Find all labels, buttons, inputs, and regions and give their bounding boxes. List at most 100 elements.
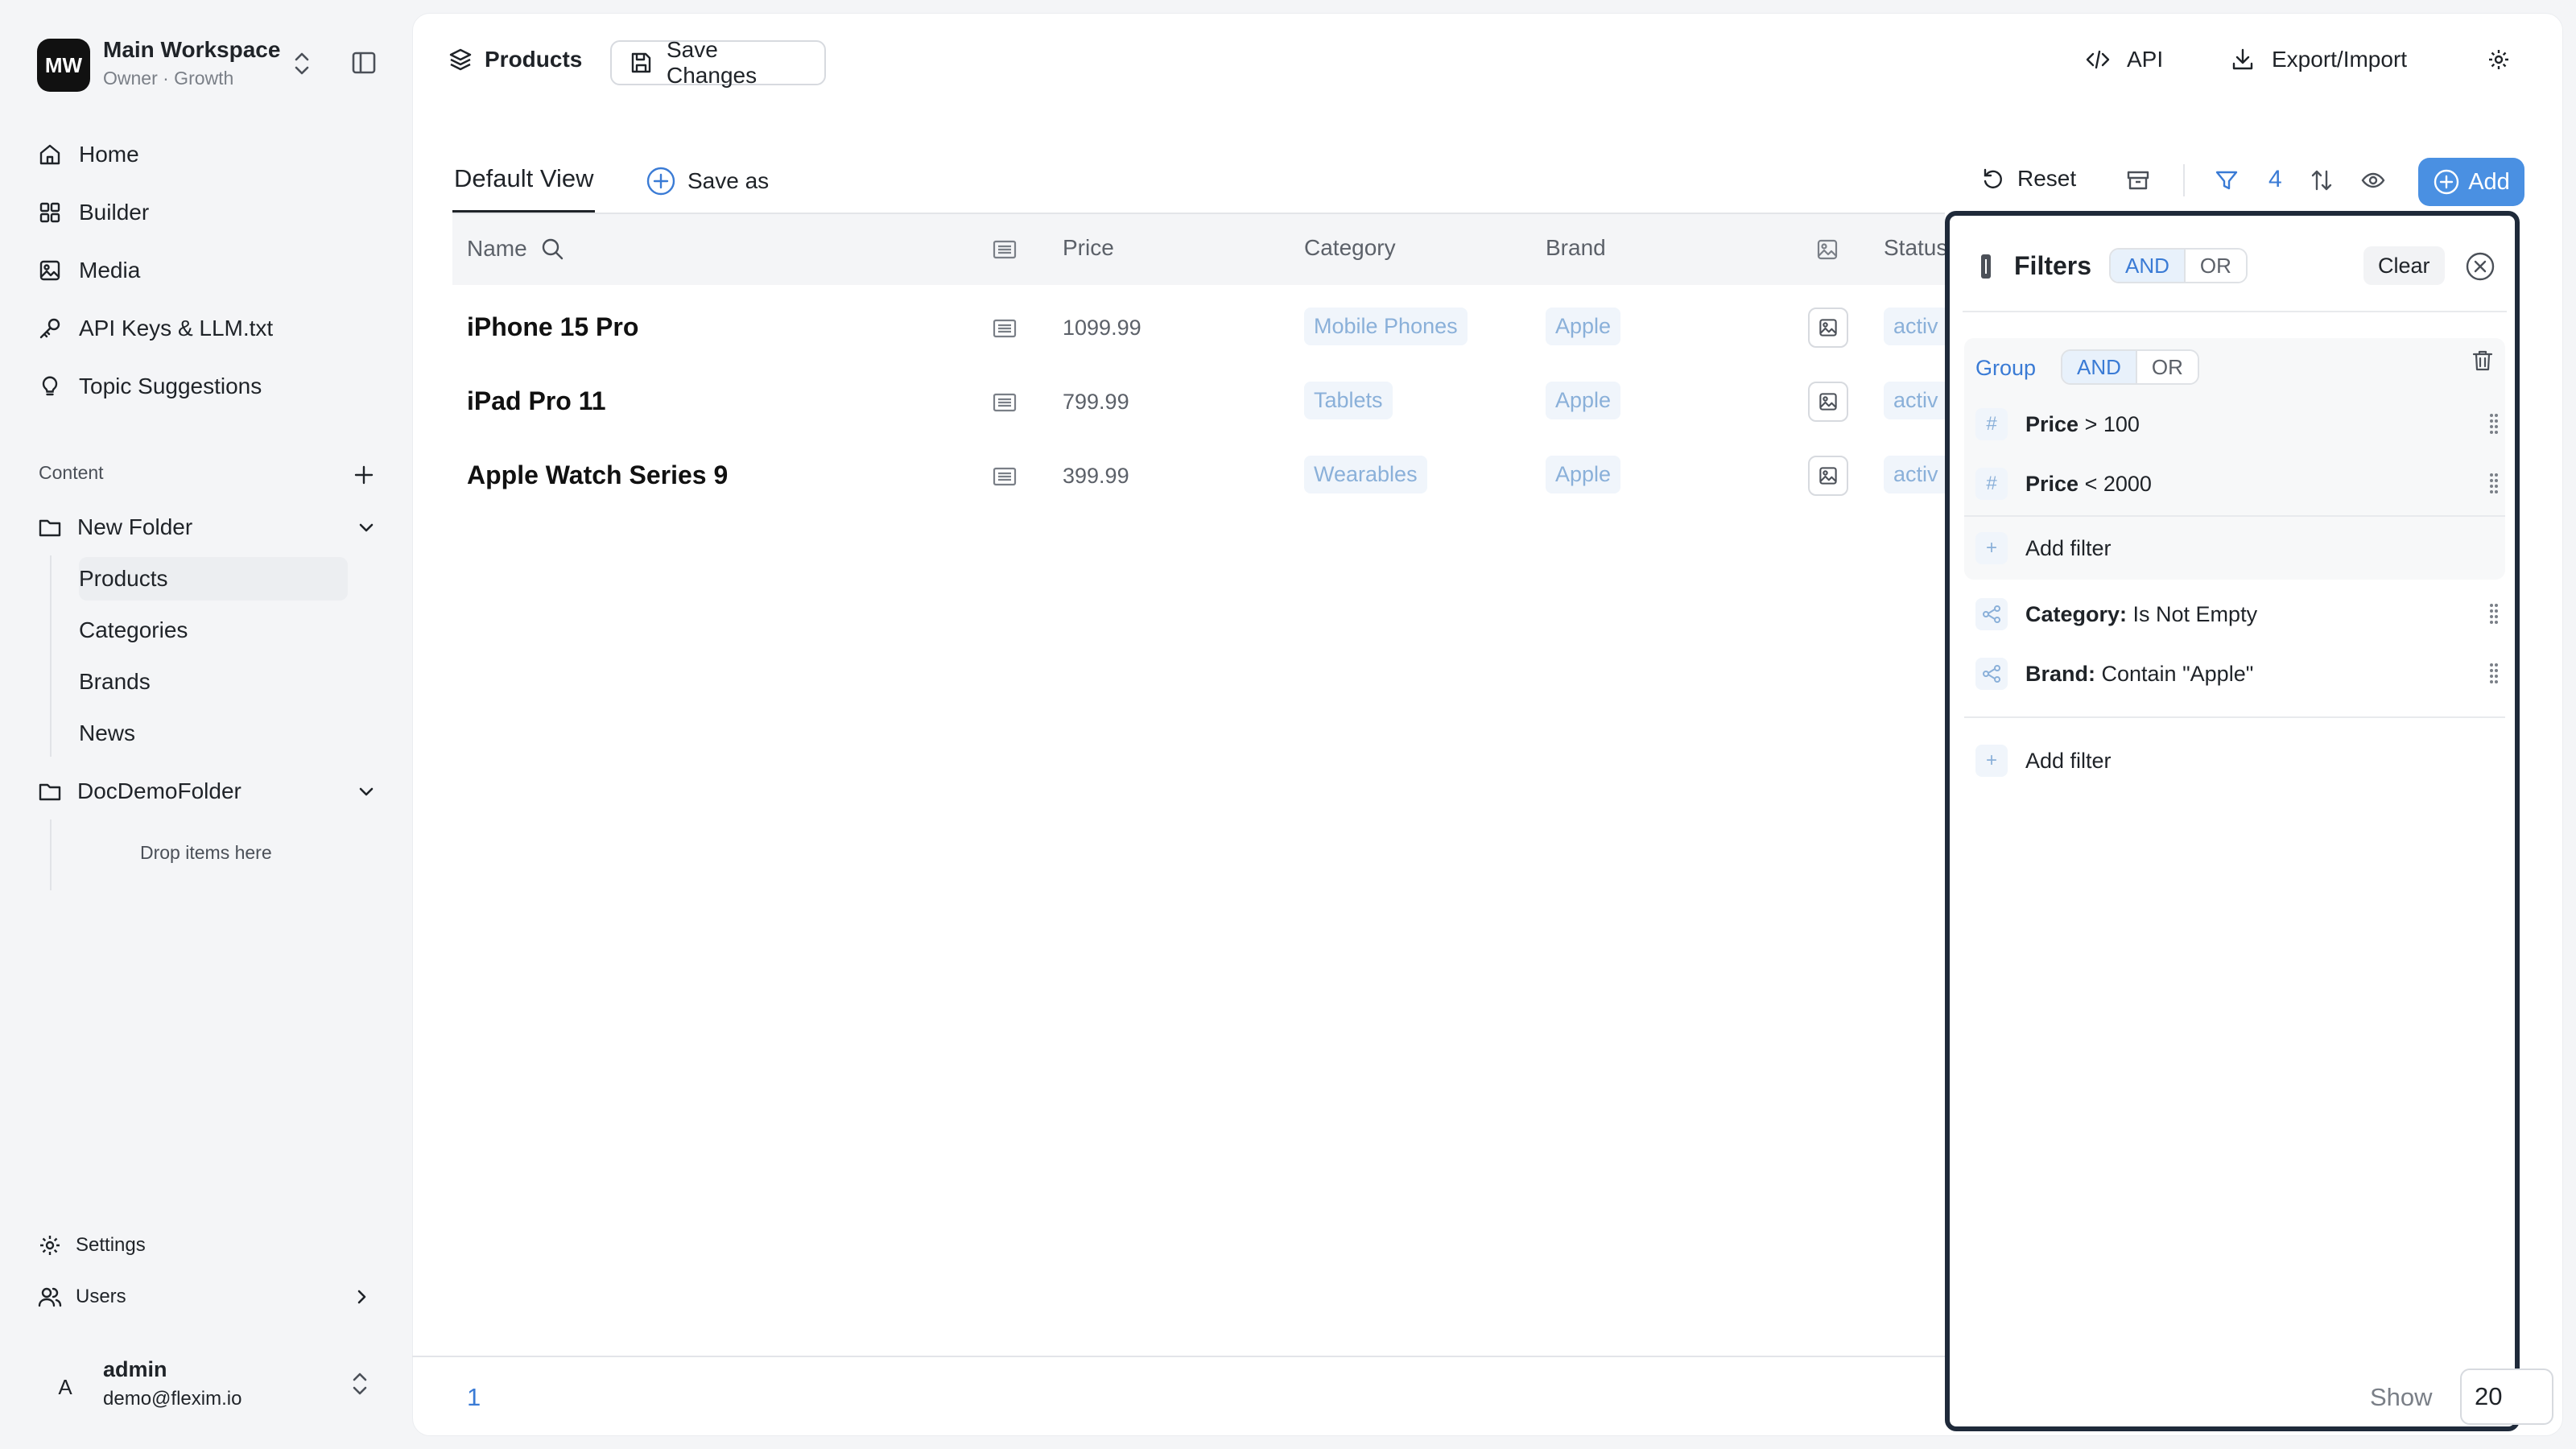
- group-or-option[interactable]: OR: [2135, 351, 2198, 383]
- nav-label: API Keys & LLM.txt: [79, 316, 274, 341]
- condition-text: Brand: Contain "Apple": [2025, 662, 2253, 687]
- add-content-icon[interactable]: [351, 462, 377, 488]
- reset-icon: [1980, 166, 2006, 192]
- tree-item-categories[interactable]: Categories: [79, 609, 348, 652]
- nav-item-settings[interactable]: Settings: [37, 1224, 146, 1267]
- folder-new-folder[interactable]: New Folder: [37, 506, 192, 549]
- workspace-name[interactable]: Main Workspace: [103, 37, 280, 63]
- archive-icon[interactable]: [2125, 167, 2151, 193]
- filter-condition[interactable]: # Price < 2000: [1975, 464, 2499, 504]
- cell-name: iPad Pro 11: [467, 386, 606, 415]
- page-size-select[interactable]: 20: [2460, 1368, 2553, 1425]
- nav-item-home[interactable]: Home: [37, 133, 139, 176]
- trash-icon[interactable]: [2470, 348, 2496, 374]
- tree-guide-line: [50, 819, 52, 890]
- reset-button[interactable]: Reset: [1980, 166, 2076, 192]
- table-row[interactable]: iPad Pro 11 799.99 Tablets Apple activ: [452, 374, 1945, 444]
- number-field-icon: #: [1975, 408, 2008, 440]
- sidebar-toggle-icon[interactable]: [351, 50, 377, 76]
- drag-handle-icon[interactable]: [2489, 602, 2499, 626]
- cell-status-tag[interactable]: activ: [1884, 382, 1945, 419]
- tree-item-products[interactable]: Products: [79, 557, 348, 601]
- workspace-logo: MW: [37, 39, 90, 92]
- toolbar-divider: [2183, 164, 2185, 196]
- tree-item-brands[interactable]: Brands: [79, 660, 348, 704]
- add-button[interactable]: Add: [2418, 158, 2524, 206]
- page-title: Products: [448, 47, 582, 72]
- nav-label: Builder: [79, 200, 150, 225]
- cell-brand-tag[interactable]: Apple: [1546, 382, 1621, 419]
- cell-brand-tag[interactable]: Apple: [1546, 456, 1621, 493]
- lightbulb-icon: [37, 374, 63, 399]
- column-header-brand[interactable]: Brand: [1546, 235, 1606, 261]
- eye-icon[interactable]: [2360, 167, 2386, 193]
- cell-status-tag[interactable]: activ: [1884, 308, 1945, 345]
- cell-brand-tag[interactable]: Apple: [1546, 308, 1621, 345]
- nav-item-builder[interactable]: Builder: [37, 191, 149, 234]
- page-number[interactable]: 1: [467, 1383, 481, 1412]
- nav-item-media[interactable]: Media: [37, 249, 140, 292]
- nav-item-api-keys[interactable]: API Keys & LLM.txt: [37, 307, 273, 350]
- filter-condition[interactable]: Brand: Contain "Apple": [1975, 654, 2499, 694]
- cell-image-thumbnail[interactable]: [1808, 456, 1848, 496]
- key-icon: [37, 316, 63, 341]
- drag-handle-icon[interactable]: [2489, 472, 2499, 496]
- drag-handle-icon[interactable]: [2489, 412, 2499, 436]
- clear-filters-button[interactable]: Clear: [2363, 246, 2445, 285]
- column-header-category[interactable]: Category: [1304, 235, 1396, 261]
- condition-field: Price: [2025, 411, 2079, 436]
- chevron-down-icon[interactable]: [354, 779, 378, 803]
- save-changes-button[interactable]: Save Changes: [610, 37, 826, 88]
- folder-name: DocDemoFolder: [77, 778, 242, 803]
- show-label: Show: [2370, 1383, 2433, 1411]
- sidebar: MW Main Workspace Owner · Growth Home Bu…: [0, 0, 402, 1449]
- settings-gear-icon[interactable]: [2486, 47, 2512, 72]
- cell-image-thumbnail[interactable]: [1808, 382, 1848, 422]
- filter-icon[interactable]: [2214, 167, 2240, 193]
- avatar[interactable]: A: [42, 1364, 89, 1410]
- cell-category-tag[interactable]: Mobile Phones: [1304, 308, 1468, 345]
- chevron-right-icon[interactable]: [349, 1285, 374, 1309]
- chevron-down-icon[interactable]: [354, 515, 378, 539]
- text-field-icon: [992, 316, 1018, 341]
- column-header-status[interactable]: Status: [1884, 235, 1945, 261]
- workspace-switch-icon[interactable]: [290, 50, 314, 77]
- nav-label: Media: [79, 258, 141, 283]
- table-row[interactable]: iPhone 15 Pro 1099.99 Mobile Phones Appl…: [452, 299, 1945, 370]
- logic-or-option[interactable]: OR: [2183, 250, 2246, 282]
- tab-default-view[interactable]: Default View: [452, 164, 596, 213]
- tree-item-news[interactable]: News: [79, 712, 348, 755]
- save-as-button[interactable]: Save as: [646, 166, 769, 196]
- cell-category-tag[interactable]: Wearables: [1304, 456, 1427, 493]
- filter-condition[interactable]: # Price > 100: [1975, 404, 2499, 444]
- filter-condition[interactable]: Category: Is Not Empty: [1975, 594, 2499, 634]
- api-button[interactable]: API: [2085, 47, 2163, 72]
- table-row[interactable]: Apple Watch Series 9 399.99 Wearables Ap…: [452, 448, 1945, 518]
- cell-image-thumbnail[interactable]: [1808, 308, 1848, 348]
- add-filter-button[interactable]: + Add filter: [1975, 741, 2112, 781]
- column-header-name[interactable]: Name: [467, 235, 566, 262]
- filters-logic-toggle[interactable]: AND OR: [2109, 248, 2248, 283]
- group-and-option[interactable]: AND: [2062, 351, 2136, 383]
- nav-item-users[interactable]: Users: [37, 1275, 126, 1319]
- logic-and-option[interactable]: AND: [2111, 250, 2184, 282]
- user-name: admin: [103, 1357, 167, 1381]
- column-header-price[interactable]: Price: [1063, 235, 1114, 261]
- nav-label: Settings: [76, 1234, 146, 1256]
- cell-status-tag[interactable]: activ: [1884, 456, 1945, 493]
- cell-category-tag[interactable]: Tablets: [1304, 382, 1393, 419]
- export-import-button[interactable]: Export/Import: [2230, 47, 2407, 72]
- group-add-filter-button[interactable]: + Add filter: [1975, 528, 2112, 568]
- drag-handle-icon[interactable]: [2489, 662, 2499, 686]
- group-divider: [1964, 515, 2505, 517]
- close-icon[interactable]: [2465, 251, 2496, 282]
- sort-icon[interactable]: [2309, 167, 2334, 193]
- nav-item-topic-suggestions[interactable]: Topic Suggestions: [37, 365, 262, 408]
- search-icon[interactable]: [539, 235, 566, 262]
- filters-title: Filters: [2014, 251, 2092, 280]
- group-logic-toggle[interactable]: AND OR: [2061, 349, 2199, 385]
- folder-docdemofolder[interactable]: DocDemoFolder: [37, 770, 242, 813]
- cell-price: 399.99: [1063, 464, 1129, 488]
- condition-text: Price < 2000: [2025, 472, 2152, 497]
- user-menu-icon[interactable]: [348, 1370, 372, 1397]
